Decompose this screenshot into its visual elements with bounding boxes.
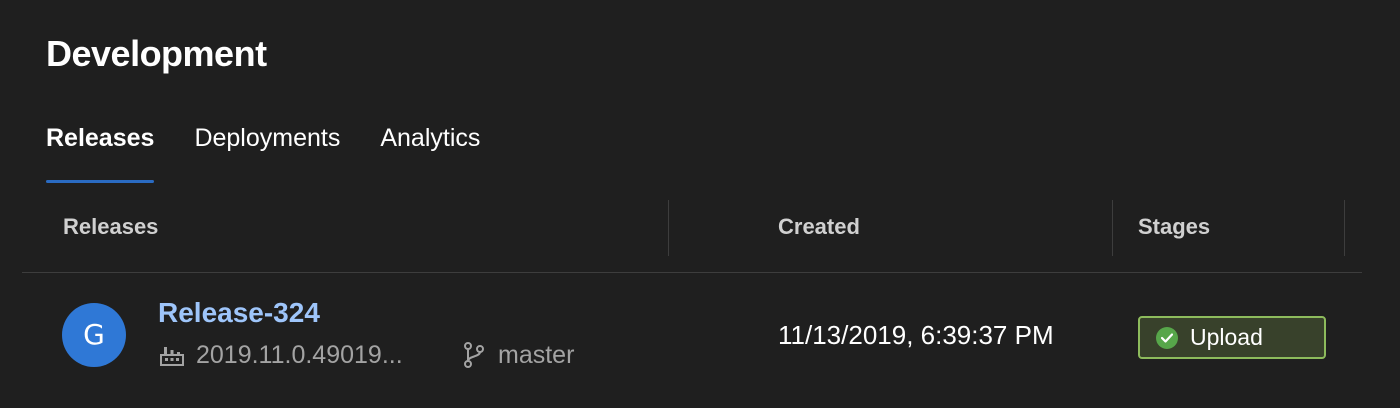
stage-label: Upload — [1190, 324, 1263, 350]
tab-analytics-label: Analytics — [380, 124, 481, 152]
tab-deployments-label: Deployments — [194, 124, 341, 152]
build-pipeline-icon — [158, 341, 186, 369]
column-header-stages[interactable]: Stages — [1138, 198, 1210, 256]
release-page: Development Releases Deployments Analyti… — [0, 0, 1400, 408]
page-title: Development — [46, 33, 267, 74]
created-timestamp: 11/13/2019, 6:39:37 PM — [778, 320, 1054, 350]
active-tab-indicator — [46, 180, 155, 183]
git-branch-icon — [460, 341, 488, 369]
tab-deployments[interactable]: Deployments — [194, 118, 340, 184]
stage-upload-button[interactable]: Upload — [1138, 316, 1326, 359]
branch-name: master — [498, 340, 575, 369]
tab-bar: Releases Deployments Analytics — [46, 118, 520, 184]
check-circle-icon — [1156, 326, 1178, 349]
avatar: G — [62, 303, 126, 367]
release-meta: 2019.11.0.49019... master — [158, 337, 574, 373]
tab-analytics[interactable]: Analytics — [380, 118, 480, 184]
column-resize-handle[interactable] — [668, 200, 669, 256]
column-header-created[interactable]: Created — [778, 198, 860, 256]
column-resize-handle[interactable] — [1344, 200, 1345, 256]
table-row[interactable]: G Release-324 2019.11.0.49019... master … — [22, 273, 1362, 408]
column-resize-handle[interactable] — [1112, 200, 1113, 256]
column-header-releases[interactable]: Releases — [63, 198, 158, 256]
table-header: Releases Created Stages — [22, 198, 1362, 273]
tab-releases-label: Releases — [46, 124, 155, 152]
build-number: 2019.11.0.49019... — [196, 340, 403, 369]
tab-releases[interactable]: Releases — [46, 118, 155, 184]
release-name-link[interactable]: Release-324 — [158, 295, 320, 331]
